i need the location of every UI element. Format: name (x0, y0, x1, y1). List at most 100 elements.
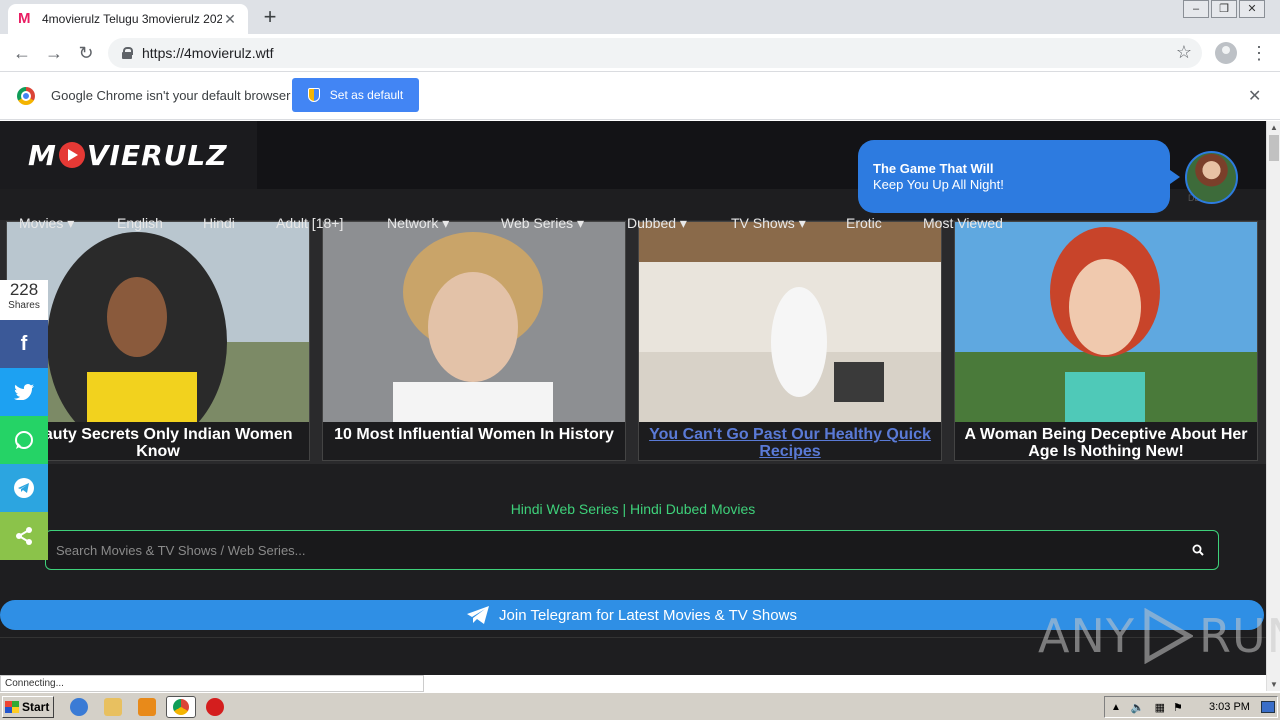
browser-tab[interactable]: M 4movierulz Telugu 3movierulz 2020 N ✕ (8, 4, 248, 34)
page-scrollbar[interactable]: ▲ ▼ (1266, 121, 1280, 691)
chat-popup[interactable]: The Game That Will Keep You Up All Night… (858, 140, 1180, 213)
share-sidebar: 228 Shares f (0, 280, 48, 560)
ie-icon[interactable] (70, 698, 88, 716)
ad-caption[interactable]: Beauty Secrets Only Indian Women Know (7, 426, 309, 460)
tray-arrow-icon[interactable]: ▲ (1111, 702, 1121, 713)
bookmark-star-icon[interactable]: ☆ (1176, 42, 1192, 63)
nav-item-most-viewed[interactable]: Most Viewed (923, 215, 1003, 231)
network-icon[interactable]: ▦ (1155, 701, 1165, 714)
telegram-icon (14, 478, 34, 498)
chat-line-1: The Game That Will (873, 161, 994, 176)
anyrun-watermark: ANY RUN (1038, 608, 1280, 664)
telegram-label: Join Telegram for Latest Movies & TV Sho… (499, 606, 797, 624)
lock-icon (122, 47, 133, 59)
more-share-button[interactable] (0, 512, 48, 560)
scroll-down-icon[interactable]: ▼ (1270, 680, 1278, 689)
back-arrow-icon[interactable]: ← (10, 41, 34, 65)
tab-close-icon[interactable]: ✕ (222, 11, 238, 28)
chrome-taskbar-button[interactable] (166, 696, 196, 718)
logo-text-right: VIERULZ (86, 138, 228, 172)
url-text: https://4movierulz.wtf (142, 45, 274, 61)
menu-kebab-icon[interactable]: ⋮ (1250, 41, 1268, 65)
close-window-button[interactable]: ✕ (1239, 0, 1265, 18)
minimize-button[interactable]: – (1183, 0, 1209, 18)
play-outline-icon (1144, 608, 1193, 664)
ad-image (7, 222, 309, 422)
infobar-message: Google Chrome isn't your default browser (51, 88, 291, 103)
tab-strip: M 4movierulz Telugu 3movierulz 2020 N ✕ … (0, 0, 1280, 34)
ad-image (955, 222, 1257, 422)
profile-avatar-icon[interactable] (1215, 42, 1237, 64)
nav-item-adult[interactable]: Adult [18+] (276, 215, 343, 231)
browser-toolbar: ← → ↻ https://4movierulz.wtf ☆ ⋮ (0, 34, 1280, 72)
search-input[interactable]: Search Movies & TV Shows / Web Series... (45, 530, 1219, 570)
chat-avatar[interactable] (1185, 151, 1238, 204)
whatsapp-share-button[interactable] (0, 416, 48, 464)
nav-item-hindi[interactable]: Hindi (203, 215, 235, 231)
site-nav: Movies ▾ English Hindi Adult [18+] Netwo… (0, 215, 1266, 235)
windows-taskbar: Start ▲ 🔈 ▦ ⚑ 3:03 PM (0, 692, 1280, 720)
infobar-close-icon[interactable]: ✕ (1248, 86, 1261, 106)
status-bar: Connecting... (0, 675, 424, 692)
search-placeholder: Search Movies & TV Shows / Web Series... (56, 542, 306, 558)
nav-item-network[interactable]: Network ▾ (387, 215, 449, 232)
ad-card[interactable]: A Woman Being Deceptive About Her Age Is… (954, 221, 1258, 461)
folder-icon[interactable] (104, 698, 122, 716)
flag-icon[interactable]: ⚑ (1173, 701, 1183, 714)
nav-item-dubbed[interactable]: Dubbed ▾ (627, 215, 687, 232)
tab-title: 4movierulz Telugu 3movierulz 2020 N (42, 12, 222, 26)
nav-item-tv-shows[interactable]: TV Shows ▾ (731, 215, 806, 232)
play-icon (58, 142, 85, 168)
category-links[interactable]: Hindi Web Series | Hindi Dubed Movies (0, 501, 1266, 517)
watermark-right: RUN (1198, 609, 1280, 663)
facebook-share-button[interactable]: f (0, 320, 48, 368)
reload-icon[interactable]: ↻ (74, 41, 98, 65)
ad-card[interactable]: You Can't Go Past Our Healthy Quick Reci… (638, 221, 942, 461)
ad-image (323, 222, 625, 422)
nav-item-erotic[interactable]: Erotic (846, 215, 882, 231)
clock: 3:03 PM (1209, 701, 1250, 713)
nav-item-english[interactable]: English (117, 215, 163, 231)
opera-icon[interactable] (206, 698, 224, 716)
ad-caption[interactable]: A Woman Being Deceptive About Her Age Is… (955, 426, 1257, 460)
ad-image (639, 222, 941, 422)
ad-card[interactable]: Beauty Secrets Only Indian Women Know (6, 221, 310, 461)
volume-icon[interactable]: 🔈 (1131, 701, 1145, 714)
shield-icon (307, 88, 320, 102)
new-tab-button[interactable]: + (258, 6, 282, 30)
start-button[interactable]: Start (2, 696, 54, 718)
scroll-up-icon[interactable]: ▲ (1270, 123, 1278, 132)
ad-caption[interactable]: 10 Most Influential Women In History (323, 426, 625, 443)
media-player-icon[interactable] (138, 698, 156, 716)
site-favicon-icon: M (18, 10, 31, 27)
window-controls: – ❐ ✕ (1181, 0, 1265, 18)
share-count: 228 Shares (0, 280, 48, 320)
share-count-label: Shares (8, 300, 40, 311)
address-bar[interactable]: https://4movierulz.wtf ☆ (108, 38, 1202, 68)
windows-logo-icon (5, 701, 19, 713)
search-icon[interactable] (1192, 544, 1204, 556)
chrome-logo-icon (17, 87, 35, 105)
share-count-number: 228 (9, 280, 39, 299)
forward-arrow-icon[interactable]: → (42, 41, 66, 65)
default-browser-infobar: Google Chrome isn't your default browser… (0, 72, 1280, 120)
show-desktop-icon[interactable] (1261, 701, 1275, 713)
telegram-plane-icon (467, 606, 490, 624)
facebook-icon: f (20, 332, 28, 355)
whatsapp-icon (15, 431, 33, 449)
nav-item-web-series[interactable]: Web Series ▾ (501, 215, 584, 232)
twitter-share-button[interactable] (0, 368, 48, 416)
chrome-icon (173, 699, 189, 715)
nav-item-movies[interactable]: Movies ▾ (19, 215, 74, 232)
site-logo[interactable]: M VIERULZ (0, 121, 257, 189)
maximize-button[interactable]: ❐ (1211, 0, 1237, 18)
ad-caption[interactable]: You Can't Go Past Our Healthy Quick Reci… (639, 426, 941, 460)
set-as-default-label: Set as default (329, 88, 404, 102)
share-icon (16, 527, 32, 545)
system-tray: ▲ 🔈 ▦ ⚑ 3:03 PM (1104, 696, 1278, 718)
telegram-share-button[interactable] (0, 464, 48, 512)
ad-card[interactable]: 10 Most Influential Women In History (322, 221, 626, 461)
set-as-default-button[interactable]: Set as default (292, 78, 419, 112)
twitter-icon (14, 384, 34, 400)
scroll-thumb[interactable] (1269, 135, 1279, 161)
